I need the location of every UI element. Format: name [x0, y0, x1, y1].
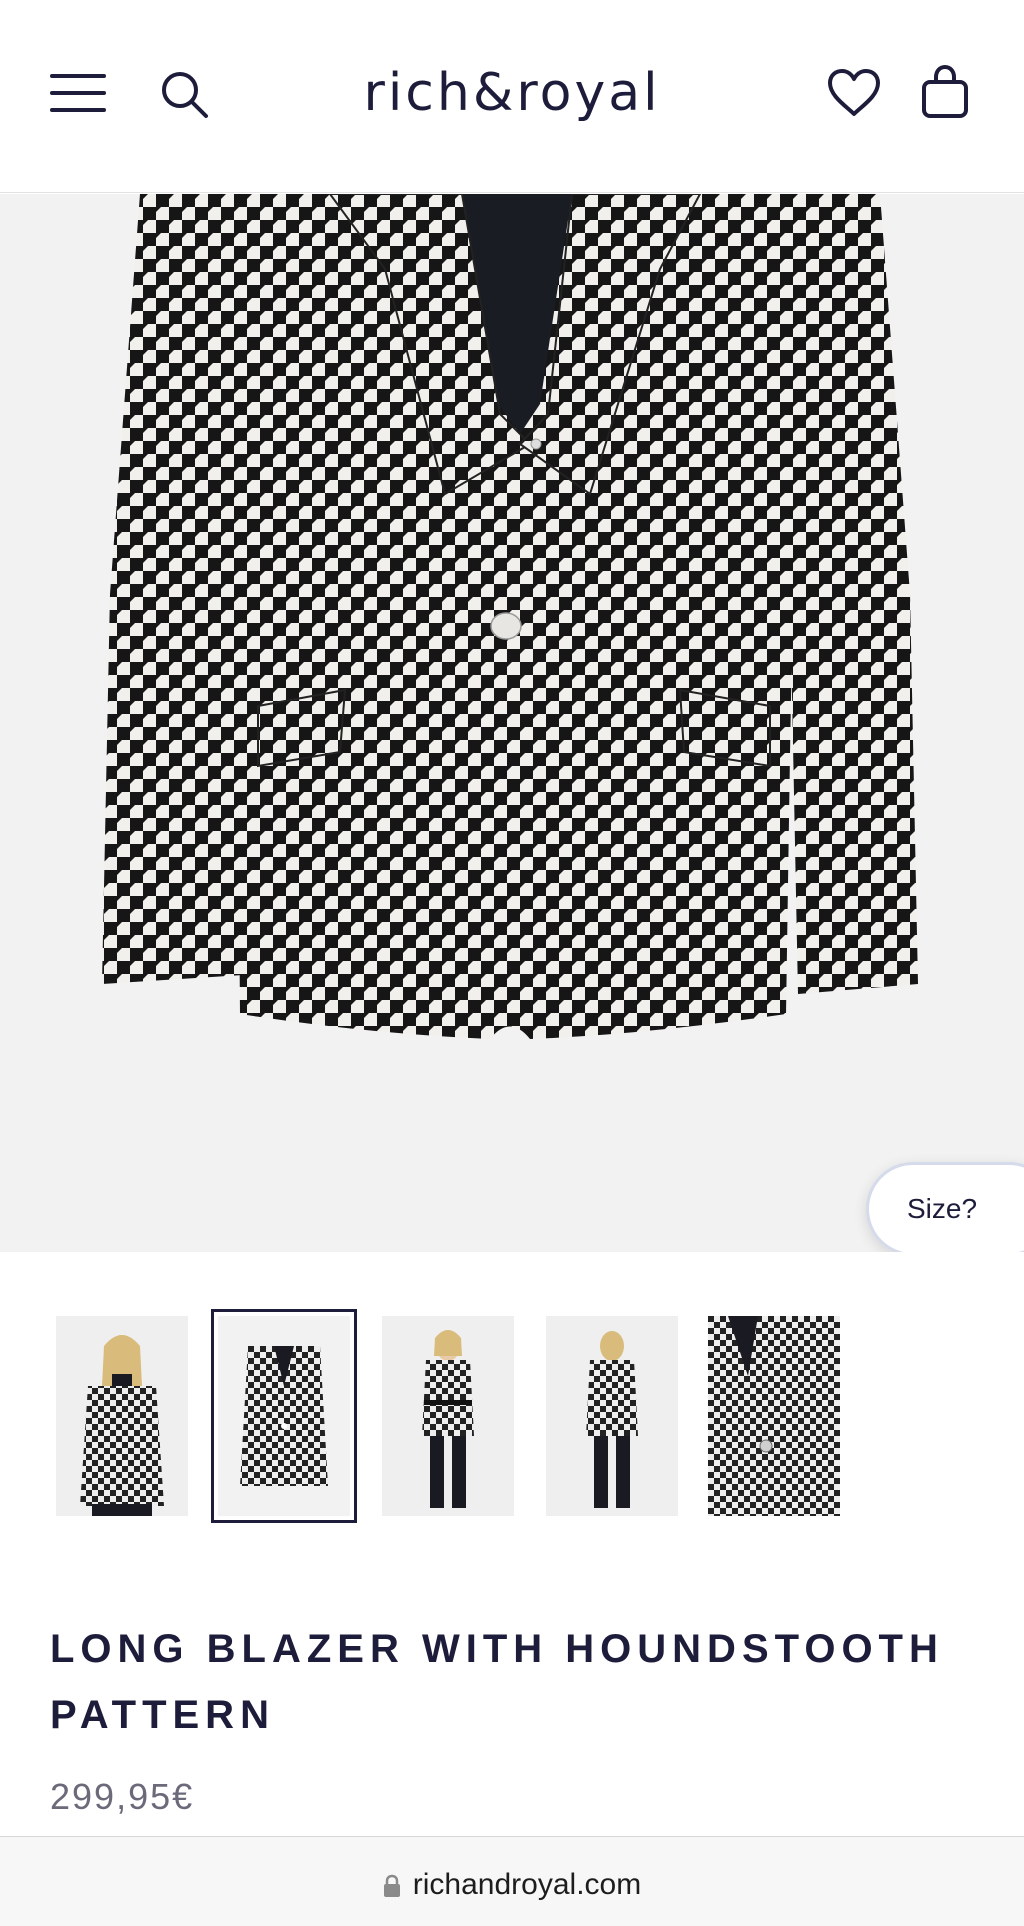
thumbnail-3[interactable]: [382, 1316, 514, 1516]
menu-icon[interactable]: [50, 72, 108, 114]
product-image[interactable]: Size?: [0, 194, 1024, 1252]
search-icon[interactable]: [160, 70, 210, 120]
browser-url-bar[interactable]: richandroyal.com: [0, 1836, 1024, 1926]
brand-logo[interactable]: rich&royal: [312, 58, 712, 128]
url-text: richandroyal.com: [412, 1868, 642, 1901]
thumbnail-5[interactable]: [708, 1316, 840, 1516]
product-title: LONG BLAZER WITH HOUNDSTOOTH PATTERN: [50, 1627, 944, 1737]
thumbnail-1[interactable]: [56, 1316, 188, 1516]
blazer-illustration: [0, 194, 1024, 1252]
thumbnail-4[interactable]: [546, 1316, 678, 1516]
size-advisor-button[interactable]: Size?: [866, 1162, 1024, 1252]
product-price: 299,95€: [50, 1776, 195, 1817]
heart-icon[interactable]: [826, 68, 882, 118]
thumbnail-gallery: [56, 1309, 976, 1523]
product-page: rich&royal Size? LONG BLAZER WITH HOUNDS…: [0, 0, 1024, 1926]
site-header: rich&royal: [0, 0, 1024, 193]
shopping-bag-icon[interactable]: [920, 64, 970, 120]
thumbnail-2[interactable]: [211, 1309, 357, 1523]
lock-icon: [383, 1841, 401, 1926]
